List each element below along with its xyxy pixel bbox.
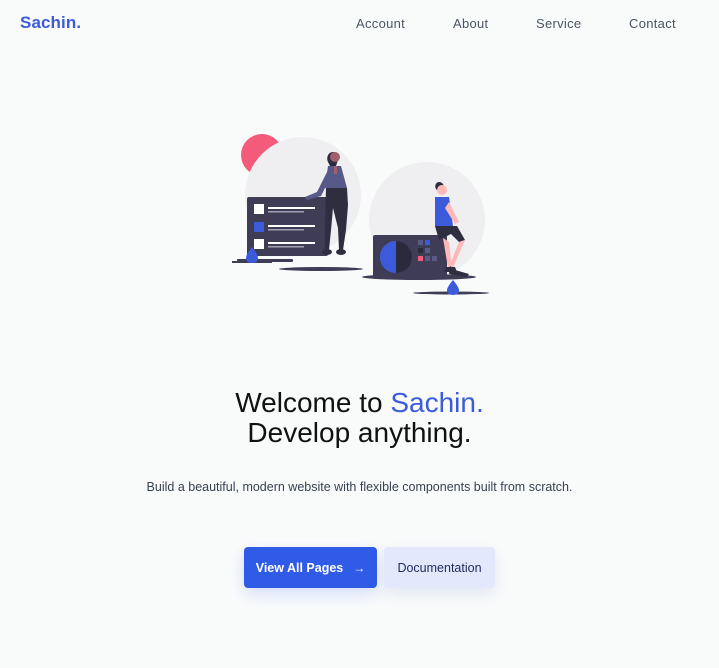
nav-link-about[interactable]: About	[453, 16, 488, 31]
arrow-right-icon: →	[353, 560, 366, 575]
headline-line2: Develop anything.	[247, 417, 472, 448]
navbar: Sachin. Account About Service Contact	[0, 0, 719, 48]
team-working-illustration	[232, 134, 489, 295]
view-all-pages-button[interactable]: View All Pages →	[244, 547, 377, 588]
hero-headline: Welcome to Sachin. Develop anything.	[0, 388, 719, 448]
hero-illustration	[229, 130, 493, 300]
hero-subtext: Build a beautiful, modern website with f…	[146, 480, 573, 494]
nav-link-service[interactable]: Service	[536, 16, 581, 31]
headline-prefix: Welcome to	[235, 387, 391, 418]
nav-links: Account About Service Contact	[0, 16, 719, 34]
documentation-button[interactable]: Documentation	[384, 547, 495, 588]
documentation-label: Documentation	[397, 560, 482, 575]
nav-link-account[interactable]: Account	[356, 16, 405, 31]
headline-accent: Sachin.	[390, 387, 484, 418]
view-all-pages-label: View All Pages	[255, 560, 344, 575]
nav-link-contact[interactable]: Contact	[629, 16, 676, 31]
